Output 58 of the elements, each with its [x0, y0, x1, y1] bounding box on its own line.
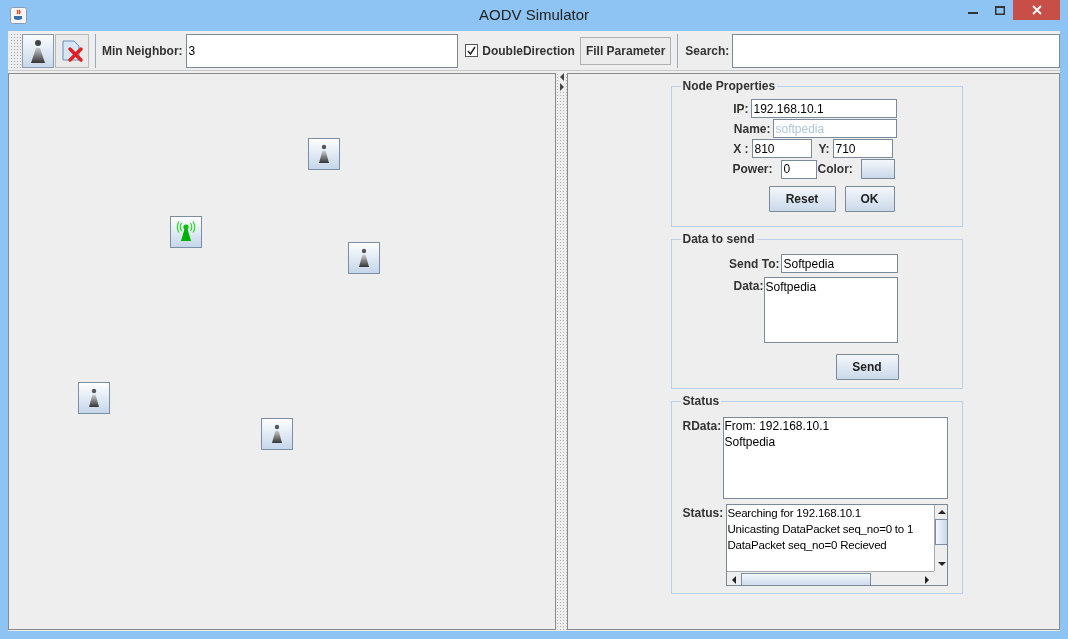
scroll-thumb[interactable]: [935, 519, 947, 545]
field-label: Name:: [732, 120, 771, 138]
tower-icon[interactable]: [308, 138, 340, 170]
status-log[interactable]: Searching for 192.168.10.1 Unicasting DataPacket seq_no=0 to 1 DataPacket seq_no=0 Recieved: [725, 504, 948, 586]
group-title: Node Properties: [681, 78, 777, 95]
min-neighbor-field[interactable]: 3: [185, 33, 459, 68]
field-label: Status:: [682, 505, 723, 522]
search-field[interactable]: [732, 33, 1060, 68]
add-node-button[interactable]: [22, 33, 54, 68]
close-icon: [1031, 5, 1042, 15]
status-line: Unicasting DataPacket seq_no=0 to 1: [727, 522, 915, 537]
ip-field[interactable]: 192.168.10.1: [750, 99, 897, 118]
tower-icon[interactable]: [348, 242, 380, 274]
transmitting-tower-icon[interactable]: [170, 216, 202, 248]
field-label: Send To:: [728, 255, 780, 273]
received-data-line: Softpedia: [724, 434, 777, 450]
fill-parameter-button[interactable]: Fill Parameter: [579, 36, 672, 65]
send-button[interactable]: Send: [835, 354, 899, 380]
received-data-area[interactable]: From: 192.168.10.1 Softpedia: [722, 417, 948, 499]
tower-icon[interactable]: [261, 418, 293, 450]
field-label: Search:: [685, 42, 730, 60]
field-label: Min Neighbor:: [101, 42, 183, 60]
y-field[interactable]: 710: [832, 139, 893, 158]
status-line: Searching for 192.168.10.1: [727, 506, 863, 521]
power-field[interactable]: 0: [780, 159, 817, 179]
field-label: IP:: [732, 100, 749, 118]
vertical-scrollbar[interactable]: [933, 505, 947, 571]
send-to-field[interactable]: Softpedia: [780, 254, 898, 273]
toolbar-grip[interactable]: [10, 32, 22, 69]
minimize-icon: [967, 12, 978, 14]
double-direction-checkbox[interactable]: [465, 44, 479, 57]
check-icon: [467, 46, 477, 55]
tower-icon[interactable]: [78, 382, 110, 414]
collapse-left-icon[interactable]: [558, 73, 565, 81]
field-label: RData:: [682, 418, 720, 435]
ok-button[interactable]: OK: [844, 186, 895, 212]
coffee-cup-icon[interactable]: [10, 7, 27, 24]
group-title: Status: [681, 393, 721, 410]
status-line: DataPacket seq_no=0 Recieved: [727, 538, 888, 553]
received-data-line: From: 192.168.10.1: [724, 418, 831, 434]
field-label: X :: [732, 140, 749, 158]
window-title: AODV Simulator: [477, 5, 590, 26]
group-title: Data to send: [681, 231, 756, 248]
horizontal-scrollbar[interactable]: [726, 571, 934, 585]
field-label: Y:: [817, 140, 830, 158]
field-label: Data:: [733, 278, 762, 295]
scroll-thumb[interactable]: [740, 572, 871, 585]
delete-button[interactable]: [54, 33, 89, 68]
checkbox-label: DoubleDirection: [482, 42, 575, 60]
color-button[interactable]: [860, 159, 895, 179]
x-field[interactable]: 810: [751, 139, 812, 158]
data-text-area[interactable]: Softpedia: [763, 277, 898, 343]
reset-button[interactable]: Reset: [768, 186, 836, 212]
maximize-icon: [994, 5, 1005, 15]
field-label: Color:: [817, 161, 853, 178]
close-button[interactable]: [1013, 0, 1060, 20]
expand-right-icon[interactable]: [558, 83, 565, 91]
field-label: Power:: [731, 161, 773, 178]
